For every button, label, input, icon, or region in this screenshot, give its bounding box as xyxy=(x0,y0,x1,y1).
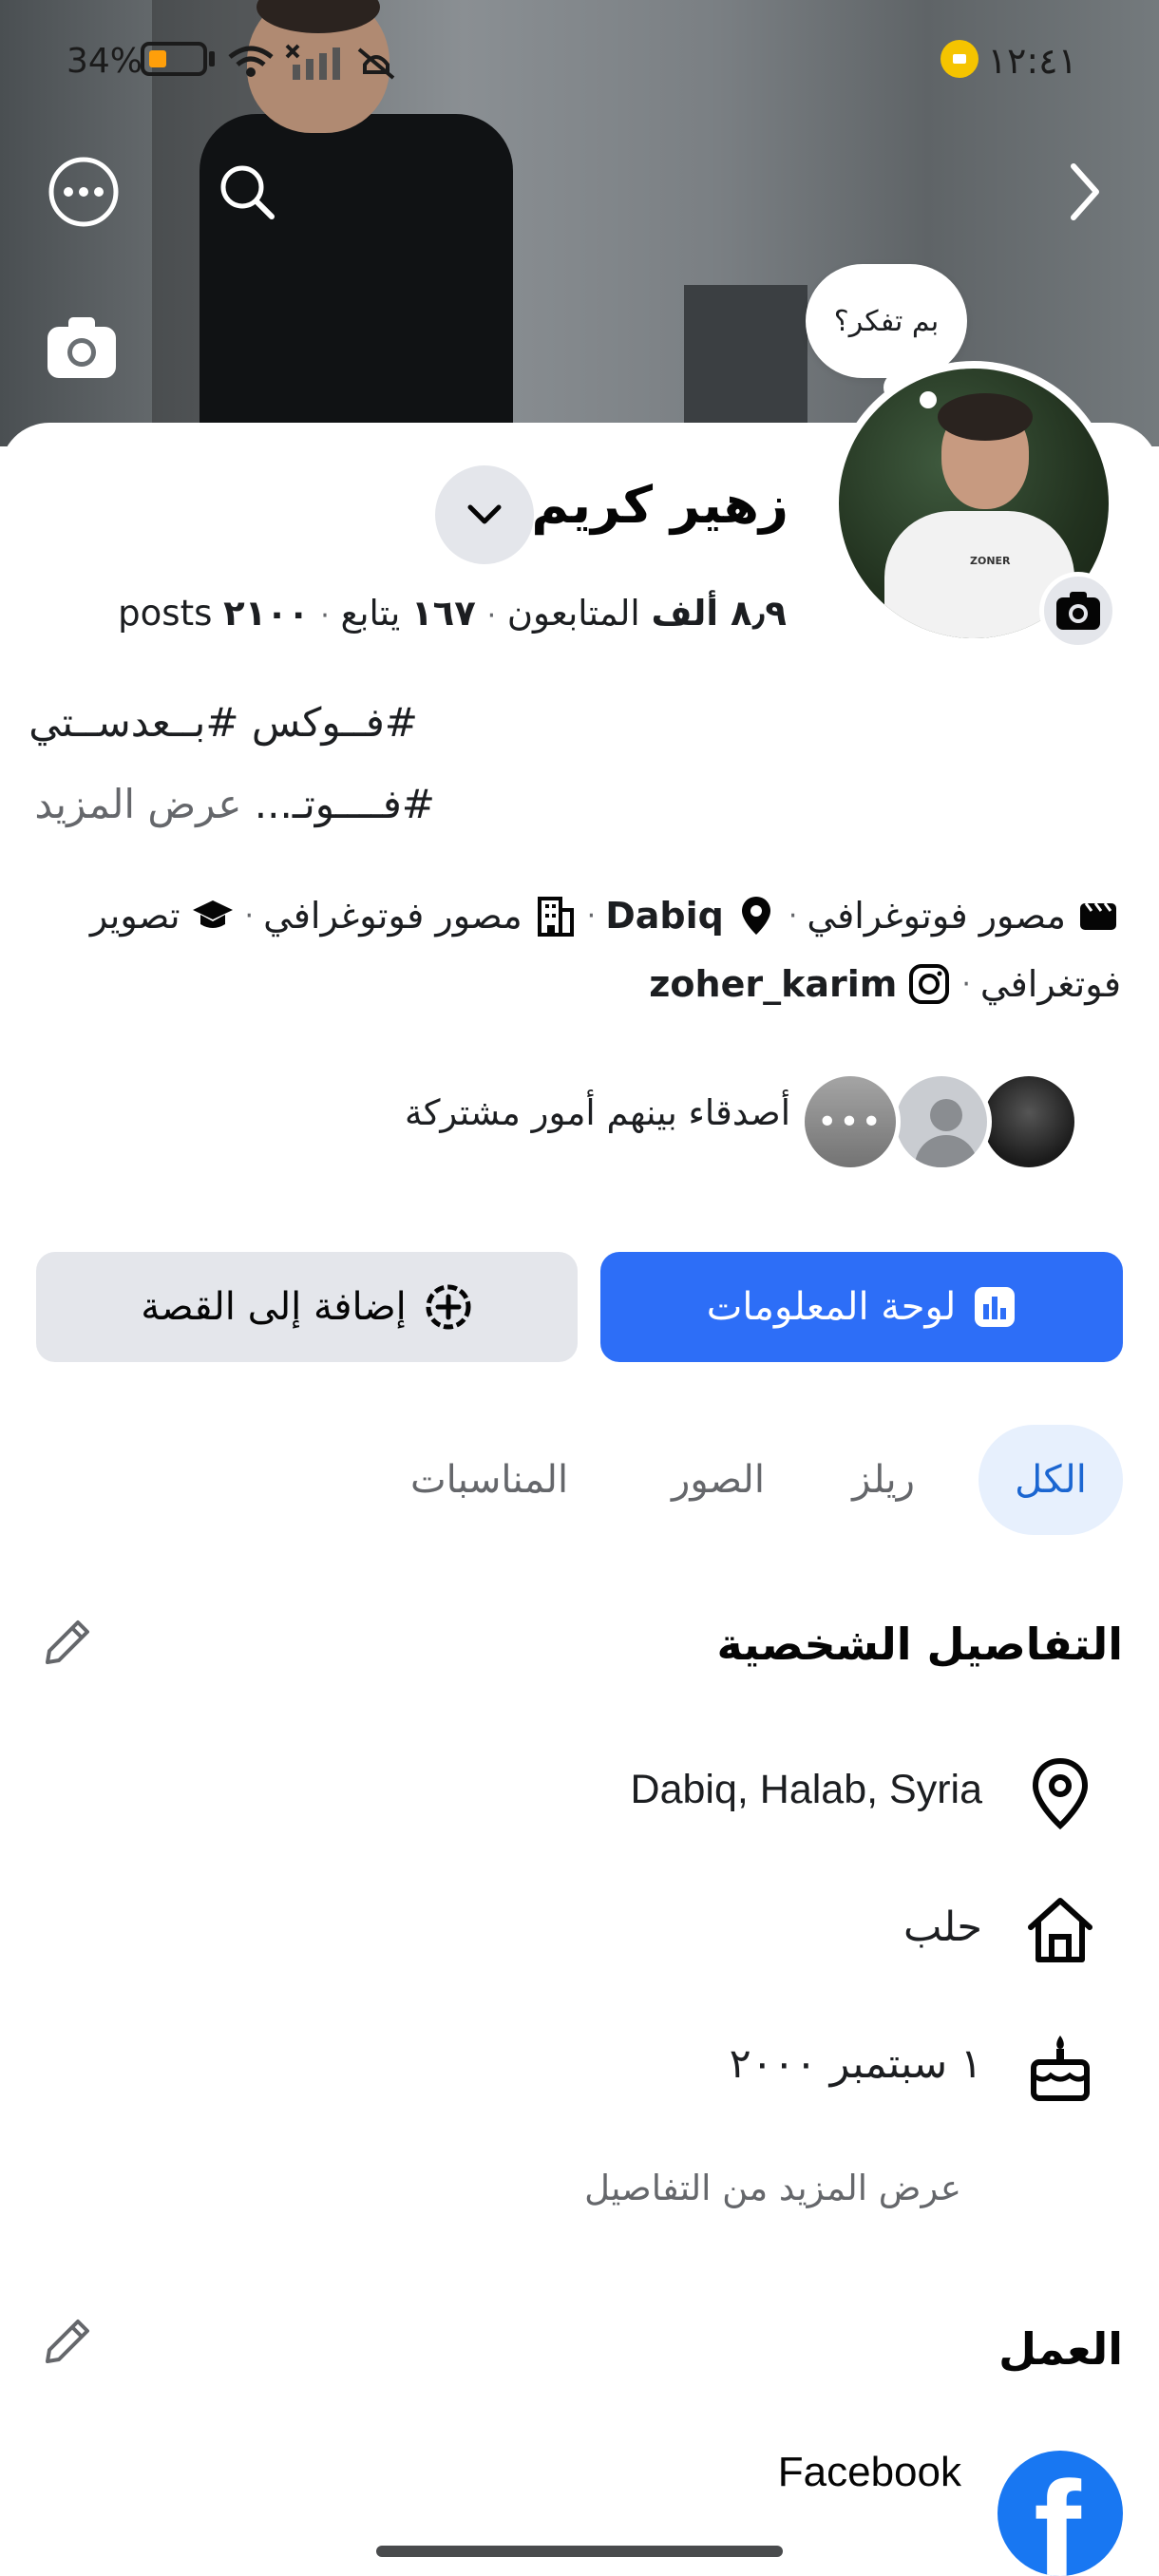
facebook-logo-icon: f xyxy=(998,2451,1123,2576)
intro-item-3: مصور فوتوغرافي xyxy=(263,895,522,937)
work-employer[interactable]: Facebook xyxy=(778,2449,961,2496)
location-pin-icon xyxy=(733,893,779,938)
following-count: ١٦٧ xyxy=(411,593,476,634)
see-more-details-link[interactable]: عرض المزيد من التفاصيل xyxy=(584,2168,961,2208)
birthday-cake-icon xyxy=(1016,2023,1104,2111)
more-options-button[interactable] xyxy=(44,152,124,232)
dashboard-button[interactable]: لوحة المعلومات xyxy=(600,1252,1123,1362)
thought-bubble[interactable]: بم تفكر؟ xyxy=(806,264,967,378)
tab-reels[interactable]: ريلز xyxy=(817,1425,950,1535)
more-dots-icon xyxy=(48,157,119,227)
posts-label: posts xyxy=(118,593,213,634)
add-story-button[interactable]: إضافة إلى القصة xyxy=(36,1252,578,1362)
camera-icon xyxy=(1056,592,1100,630)
dashboard-label: لوحة المعلومات xyxy=(706,1285,957,1329)
personal-details-title: التفاصيل الشخصية xyxy=(716,1619,1124,1670)
shirt-logo: ZONER xyxy=(970,555,1011,567)
camera-icon xyxy=(48,317,116,378)
instagram-icon xyxy=(906,961,952,1007)
intro-item-2: Dabiq xyxy=(605,895,724,937)
profile-stats[interactable]: ٨٫٩ ألف المتابعون · ١٦٧ يتابع · ٢١٠٠ pos… xyxy=(118,593,787,634)
battery-tip xyxy=(209,51,215,66)
thought-bubble-text: بم تفكر؟ xyxy=(833,304,940,338)
bar-chart-icon xyxy=(975,1287,1016,1327)
battery-percent: 34% xyxy=(66,42,143,81)
signal-wifi-icons xyxy=(228,44,395,80)
video-icon xyxy=(1075,893,1121,938)
detail-location: Dabiq, Halab, Syria xyxy=(630,1767,982,1812)
battery-icon xyxy=(141,42,207,76)
work-title: العمل xyxy=(998,2323,1123,2375)
detail-birthday: ١ سبتمبر ٢٠٠٠ xyxy=(729,2040,982,2088)
bio-see-more-link[interactable]: عرض المزيد xyxy=(34,781,241,827)
status-bar: 34% ١٢:٤١ xyxy=(0,0,1159,123)
bio-line-2-text: #فــــوتـ... xyxy=(254,781,435,827)
home-indicator[interactable] xyxy=(376,2546,783,2557)
intro-line-2: فوتغرافي · zoher_karim xyxy=(649,961,1121,1007)
add-story-label: إضافة إلى القصة xyxy=(141,1285,407,1329)
pencil-icon xyxy=(46,2320,89,2363)
add-circle-icon xyxy=(426,1284,471,1330)
bio-line-1: #فــوكس #بــعدســتي xyxy=(28,699,418,746)
edit-work-button[interactable] xyxy=(34,2308,101,2375)
search-button[interactable] xyxy=(207,152,287,232)
bio-line-2: #فــــوتـ... عرض المزيد xyxy=(34,781,435,827)
search-icon xyxy=(220,165,275,219)
mutual-friend-avatar-3[interactable]: ••• xyxy=(800,1071,901,1172)
chevron-down-icon xyxy=(467,504,502,524)
profile-switcher-button[interactable] xyxy=(435,465,534,564)
followers-label: المتابعون xyxy=(506,593,640,634)
chevron-right-icon xyxy=(1071,163,1099,220)
intro-line-2-text: فوتغرافي xyxy=(979,963,1121,1005)
intro-line-1: مصور فوتوغرافي · Dabiq · مصور فوتوغرافي … xyxy=(19,893,1121,938)
instagram-handle[interactable]: zoher_karim xyxy=(649,963,897,1005)
followers-count: ٨٫٩ ألف xyxy=(651,593,787,634)
tab-photos[interactable]: الصور xyxy=(642,1425,794,1535)
edit-avatar-button[interactable] xyxy=(1039,572,1117,650)
posts-count: ٢١٠٠ xyxy=(223,593,310,634)
detail-hometown: حلب xyxy=(902,1904,982,1951)
following-label: يتابع xyxy=(340,593,401,634)
home-icon xyxy=(1016,1886,1104,1974)
status-time: ١٢:٤١ xyxy=(987,40,1077,82)
dnd-icon xyxy=(940,40,978,78)
profile-name: زهير كريم xyxy=(531,475,788,535)
tab-events[interactable]: المناسبات xyxy=(390,1425,589,1535)
edit-cover-button[interactable] xyxy=(42,308,122,388)
forward-button[interactable] xyxy=(1045,152,1125,232)
bubble-tail-2 xyxy=(920,391,937,408)
location-pin-icon xyxy=(1016,1750,1104,1837)
mutual-friend-avatar-1[interactable] xyxy=(978,1071,1079,1172)
intro-item-1: مصور فوتوغرافي xyxy=(807,895,1066,937)
building-icon xyxy=(532,893,578,938)
pencil-icon xyxy=(46,1620,89,1664)
mutual-friends-text[interactable]: أصدقاء بينهم أمور مشتركة xyxy=(405,1092,790,1133)
tab-all[interactable]: الكل xyxy=(978,1425,1123,1535)
graduation-cap-icon xyxy=(190,893,236,938)
mutual-friend-avatar-2[interactable] xyxy=(891,1071,992,1172)
edit-details-button[interactable] xyxy=(34,1609,101,1676)
intro-item-4: تصوير xyxy=(89,895,180,937)
